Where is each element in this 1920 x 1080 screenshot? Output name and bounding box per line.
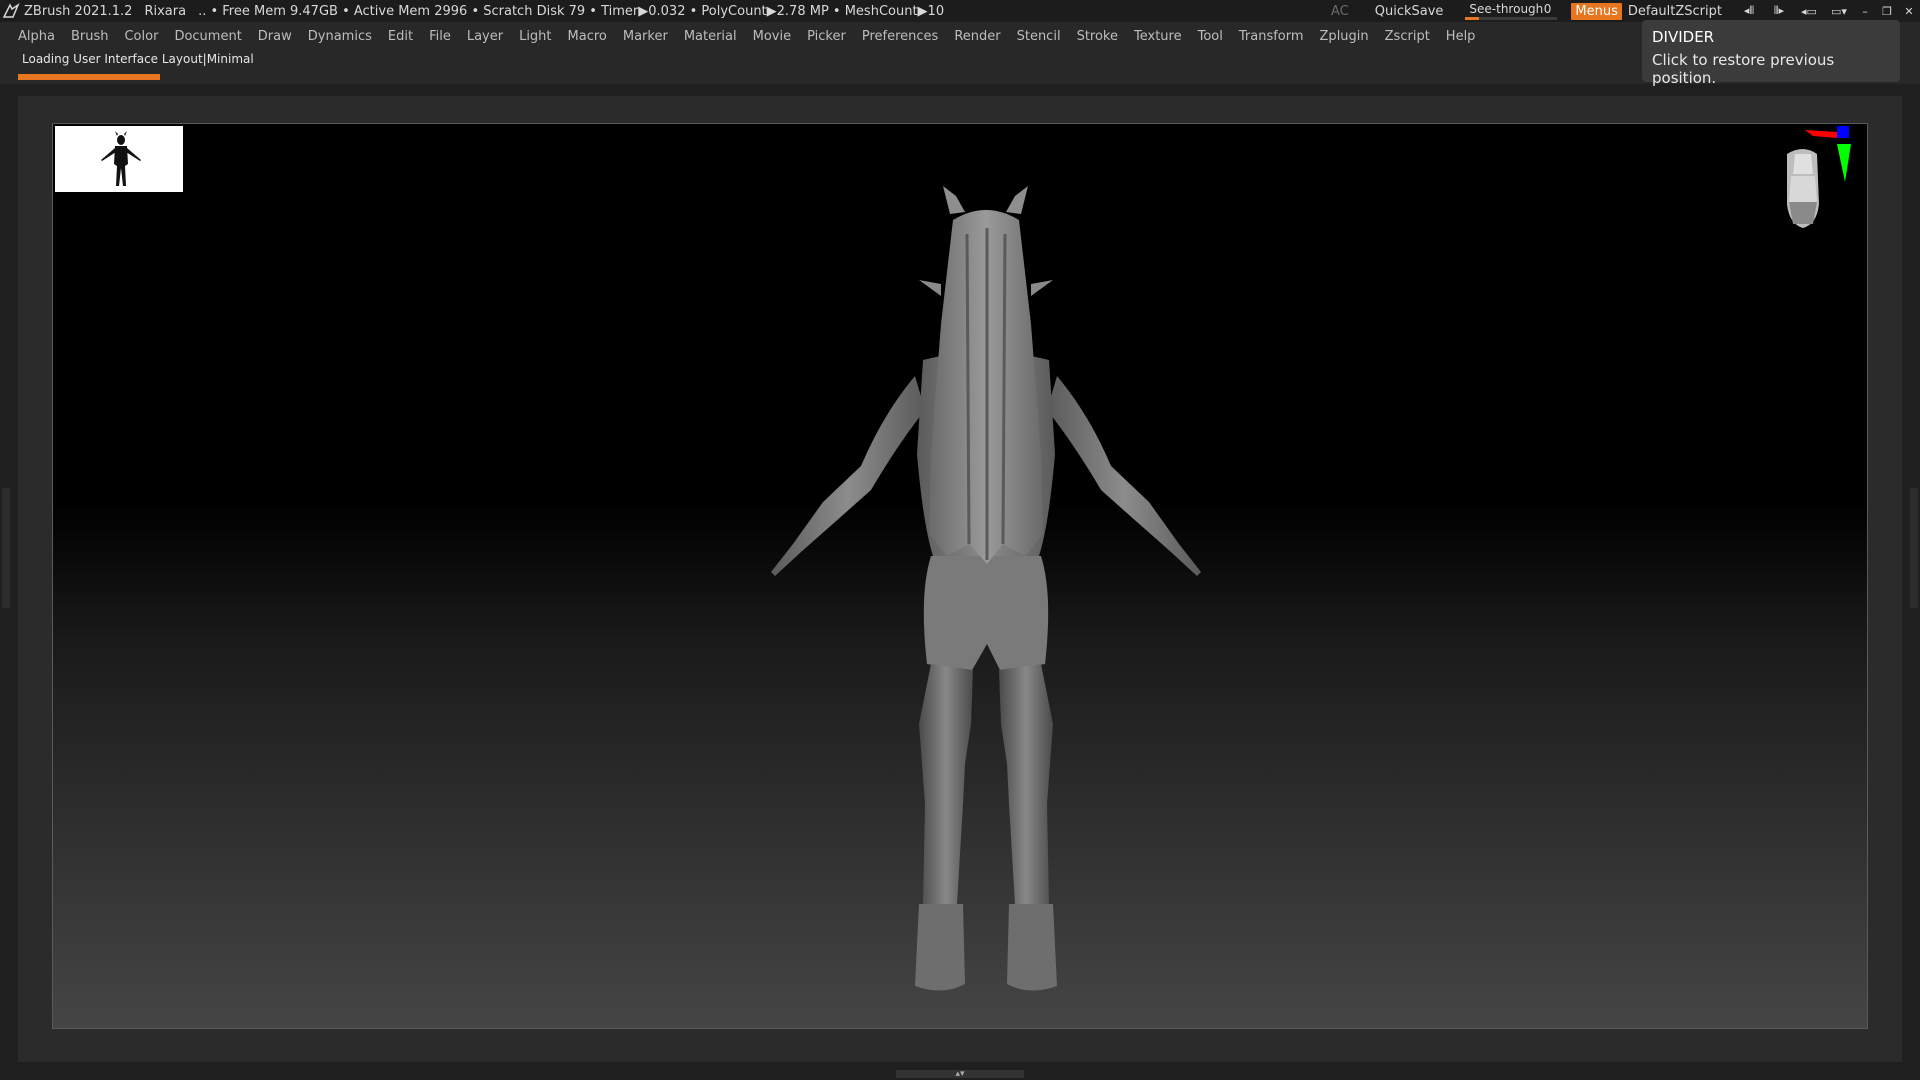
loading-progress-bar <box>18 74 160 80</box>
menu-help[interactable]: Help <box>1446 29 1476 44</box>
status-row: Loading User Interface Layout|Minimal <box>0 50 1920 84</box>
menu-stencil[interactable]: Stencil <box>1017 29 1061 44</box>
menu-movie[interactable]: Movie <box>753 29 791 44</box>
menu-document[interactable]: Document <box>174 29 241 44</box>
menu-stroke[interactable]: Stroke <box>1077 29 1118 44</box>
menu-light[interactable]: Light <box>519 29 551 44</box>
menu-edit[interactable]: Edit <box>388 29 413 44</box>
document-canvas[interactable] <box>52 123 1868 1029</box>
layout-prev-icon[interactable]: ◂⫴ <box>1734 0 1764 22</box>
main-menu-bar: Alpha Brush Color Document Draw Dynamics… <box>0 22 1920 50</box>
menu-transform[interactable]: Transform <box>1239 29 1304 44</box>
memory-stats: .. • Free Mem 9.47GB • Active Mem 2996 •… <box>198 3 945 19</box>
left-tray-handle[interactable] <box>2 488 10 608</box>
bottom-tray-divider[interactable]: ▴▾ <box>896 1069 1024 1079</box>
ac-toggle[interactable]: AC <box>1331 4 1349 19</box>
menus-button[interactable]: Menus <box>1571 2 1622 20</box>
see-through-fill <box>1465 17 1480 20</box>
app-version: ZBrush 2021.1.2 <box>24 3 133 19</box>
tooltip-title: DIVIDER <box>1652 28 1715 46</box>
close-icon[interactable]: ✕ <box>1898 0 1920 22</box>
see-through-slider[interactable]: See-through 0 <box>1465 0 1558 22</box>
menu-preferences[interactable]: Preferences <box>862 29 938 44</box>
tooltip-body: Click to restore previous position. <box>1652 51 1835 87</box>
quicksave-button[interactable]: QuickSave <box>1375 4 1444 19</box>
menu-macro[interactable]: Macro <box>568 29 607 44</box>
menu-texture[interactable]: Texture <box>1134 29 1182 44</box>
menu-dynamics[interactable]: Dynamics <box>308 29 372 44</box>
menu-color[interactable]: Color <box>124 29 158 44</box>
see-through-value: 0 <box>1543 2 1552 16</box>
menu-alpha[interactable]: Alpha <box>18 29 55 44</box>
divider-tooltip: DIVIDER Click to restore previous positi… <box>1642 20 1900 87</box>
loading-progress-fill <box>18 74 160 80</box>
chevron-up-down-icon: ▴▾ <box>955 1069 965 1079</box>
restore-window-icon[interactable]: ❐ <box>1876 0 1898 22</box>
menu-marker[interactable]: Marker <box>623 29 668 44</box>
ui-restore-icon[interactable]: ▭▾ <box>1824 0 1854 22</box>
menu-file[interactable]: File <box>429 29 451 44</box>
menu-brush[interactable]: Brush <box>71 29 109 44</box>
title-bar: ZBrush 2021.1.2 Rixara .. • Free Mem 9.4… <box>0 0 1920 22</box>
menu-draw[interactable]: Draw <box>258 29 292 44</box>
right-tray-handle[interactable] <box>1910 488 1918 608</box>
project-name: Rixara <box>144 3 187 19</box>
menu-layer[interactable]: Layer <box>467 29 503 44</box>
ui-swap-icon[interactable]: ◂▭ <box>1794 0 1824 22</box>
see-through-track <box>1465 17 1558 20</box>
zbrush-logo-icon <box>2 3 20 19</box>
menu-zscript[interactable]: Zscript <box>1385 29 1430 44</box>
menu-tool[interactable]: Tool <box>1198 29 1223 44</box>
see-through-label: See-through <box>1469 2 1544 16</box>
menu-render[interactable]: Render <box>954 29 1000 44</box>
character-model[interactable] <box>53 124 1868 1029</box>
status-message: Loading User Interface Layout|Minimal <box>22 52 254 66</box>
menu-zplugin[interactable]: Zplugin <box>1320 29 1369 44</box>
menu-material[interactable]: Material <box>684 29 737 44</box>
layout-next-icon[interactable]: ⫴▸ <box>1764 0 1794 22</box>
menu-picker[interactable]: Picker <box>807 29 846 44</box>
title-bar-controls: AC QuickSave See-through 0 Menus Default… <box>1331 0 1920 22</box>
minimize-icon[interactable]: – <box>1854 0 1876 22</box>
default-zscript-button[interactable]: DefaultZScript <box>1628 4 1722 19</box>
